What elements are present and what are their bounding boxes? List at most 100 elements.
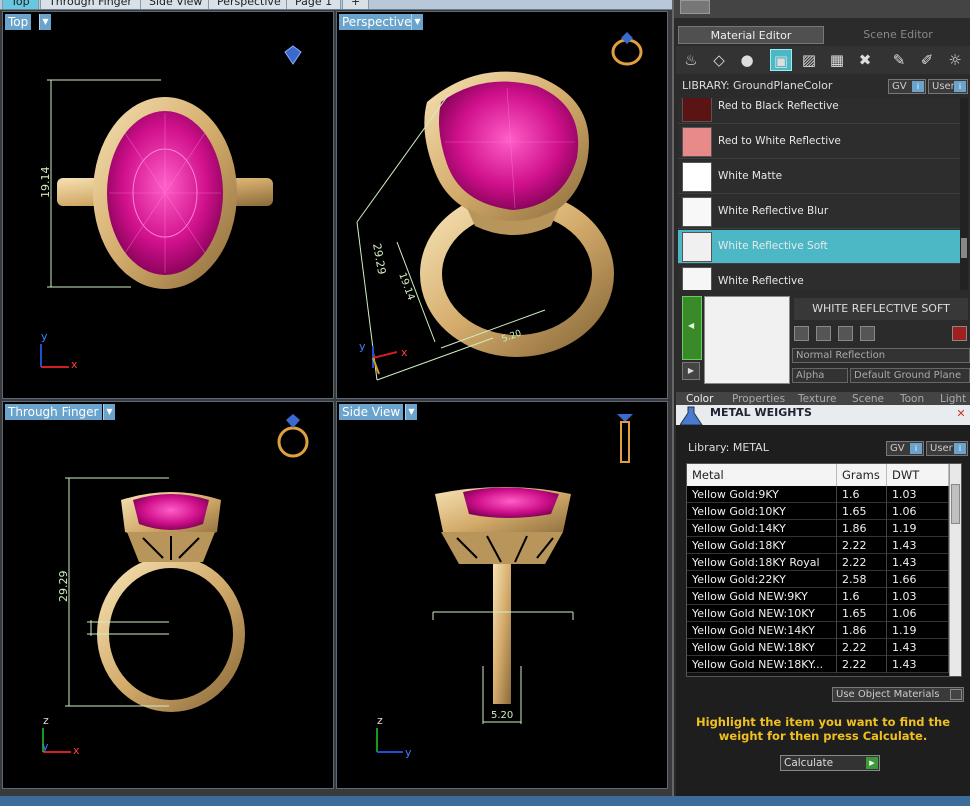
- gv-toggle[interactable]: GV i: [888, 79, 926, 94]
- paint-icon[interactable]: ✎: [888, 49, 910, 71]
- material-list-scrollbar[interactable]: [960, 98, 968, 290]
- table-row[interactable]: Yellow Gold:14KY 1.86 1.19: [687, 520, 949, 537]
- list-item[interactable]: White Reflective: [678, 265, 960, 290]
- calculate-button[interactable]: Calculate ▶: [780, 755, 880, 771]
- tab-material-editor[interactable]: Material Editor: [678, 26, 824, 44]
- tab-light[interactable]: Light: [940, 393, 966, 405]
- table-cell: 1.65: [837, 605, 887, 622]
- table-cell: 1.66: [887, 571, 949, 588]
- material-toolbar: ♨ ◇ ● ▣ ▨ ▦ ✖ ✎ ✐ ☼: [676, 46, 970, 74]
- sphere-icon[interactable]: ●: [736, 49, 758, 71]
- table-cell: 1.43: [887, 639, 949, 656]
- checker-icon[interactable]: ✖: [854, 49, 876, 71]
- tab-properties[interactable]: Properties: [732, 393, 785, 405]
- table-cell: Yellow Gold:14KY: [687, 520, 837, 537]
- dimension-label: 5.20: [491, 710, 513, 721]
- table-cell: Yellow Gold:18KY Royal: [687, 554, 837, 571]
- list-item[interactable]: Red to White Reflective: [678, 125, 960, 159]
- tab-toon[interactable]: Toon: [900, 393, 924, 405]
- editor-tabs: Material Editor Scene Editor: [676, 26, 970, 44]
- flame-icon[interactable]: ♨: [680, 49, 702, 71]
- dimension-label: 29.29: [57, 571, 70, 603]
- tab-top[interactable]: Top: [2, 0, 39, 9]
- column-header[interactable]: Metal: [687, 464, 837, 486]
- material-swatch: [682, 98, 712, 122]
- material-swatch: [682, 197, 712, 227]
- list-item[interactable]: White Reflective Blur: [678, 195, 960, 229]
- table-row[interactable]: Yellow Gold NEW:10KY 1.65 1.06: [687, 605, 949, 622]
- reflection-dropdown[interactable]: Normal Reflection: [792, 348, 970, 363]
- tab-page-1[interactable]: Page 1: [286, 0, 342, 9]
- light-bulb-icon[interactable]: ☼: [944, 49, 966, 71]
- material-swatch: [682, 232, 712, 262]
- table-row[interactable]: Yellow Gold NEW:9KY 1.6 1.03: [687, 588, 949, 605]
- export-icon[interactable]: [838, 326, 853, 341]
- table-row[interactable]: Yellow Gold:9KY 1.6 1.03: [687, 486, 949, 503]
- gem-view-icon: [284, 45, 302, 65]
- axis-x-label: x: [401, 346, 408, 359]
- tab-side-view[interactable]: Side View: [140, 0, 212, 9]
- metal-library-label: Library: METAL: [688, 441, 769, 454]
- metal-table: Metal Grams DWT Yellow Gold:9KY 1.6 1.03 Ye…: [686, 463, 962, 677]
- axis-y-label: y: [359, 340, 366, 353]
- viewport-top[interactable]: Top ▼ 19.14 y x: [2, 11, 334, 399]
- axis-x-label: x: [73, 744, 80, 757]
- texture-icon[interactable]: ▨: [798, 49, 820, 71]
- tab-perspective[interactable]: Perspective: [208, 0, 290, 9]
- list-item-selected[interactable]: White Reflective Soft: [678, 230, 960, 264]
- view-tabs: Top Through Finger Side View Perspective…: [0, 0, 672, 10]
- material-name: Red to White Reflective: [718, 135, 841, 147]
- metal-table-scrollbar[interactable]: [949, 464, 961, 676]
- ground-plane-icon[interactable]: ▣: [770, 49, 792, 71]
- table-row[interactable]: Yellow Gold:18KY Royal 2.22 1.43: [687, 554, 949, 571]
- copy-icon[interactable]: [816, 326, 831, 341]
- right-panel: Material Editor Scene Editor ♨ ◇ ● ▣ ▨ ▦…: [672, 0, 970, 806]
- ground-plane-dropdown[interactable]: Default Ground Plane: [850, 368, 970, 383]
- table-row[interactable]: Yellow Gold NEW:18KY... 2.22 1.43: [687, 656, 949, 673]
- pattern-icon[interactable]: ▦: [826, 49, 848, 71]
- table-cell: 1.65: [837, 503, 887, 520]
- column-header[interactable]: DWT: [887, 464, 949, 486]
- user-toggle[interactable]: User i: [926, 441, 968, 456]
- brush-icon[interactable]: ✐: [916, 49, 938, 71]
- tab-through-finger[interactable]: Through Finger: [40, 0, 141, 9]
- material-preview: [704, 296, 790, 384]
- material-name: White Reflective Soft: [718, 240, 828, 252]
- tab-scene[interactable]: Scene: [852, 393, 884, 405]
- list-item[interactable]: White Matte: [678, 160, 960, 194]
- gem-icon[interactable]: ◇: [708, 49, 730, 71]
- viewport-side-view[interactable]: Side View ▼ 5.20 z y: [336, 401, 668, 789]
- material-preview-area: ◀ ▶ WHITE REFLECTIVE SOFT Normal Reflect…: [676, 296, 970, 386]
- use-object-materials-checkbox[interactable]: Use Object Materials: [832, 687, 964, 702]
- collapse-tab[interactable]: ◀: [682, 296, 702, 360]
- ring-view-icon: [611, 32, 643, 66]
- table-cell: 2.22: [837, 554, 887, 571]
- play-arrow-icon[interactable]: ▶: [682, 362, 700, 380]
- viewport-through-finger[interactable]: Through Finger ▼ 29.29 z y x: [2, 401, 334, 789]
- alpha-dropdown[interactable]: Alpha: [792, 368, 848, 383]
- user-toggle[interactable]: User i: [928, 79, 968, 94]
- table-cell: Yellow Gold NEW:10KY: [687, 605, 837, 622]
- table-row[interactable]: Yellow Gold:18KY 2.22 1.43: [687, 537, 949, 554]
- table-row[interactable]: Yellow Gold NEW:14KY 1.86 1.19: [687, 622, 949, 639]
- viewport-perspective[interactable]: Perspective ▼ 29.29 19.14 5.20 y x: [336, 11, 668, 399]
- table-row[interactable]: Yellow Gold:22KY 2.58 1.66: [687, 571, 949, 588]
- list-item[interactable]: Red to Black Reflective: [678, 98, 960, 124]
- table-cell: 1.43: [887, 537, 949, 554]
- table-row[interactable]: Yellow Gold:10KY 1.65 1.06: [687, 503, 949, 520]
- table-cell: 1.19: [887, 622, 949, 639]
- table-row[interactable]: Yellow Gold NEW:18KY 2.22 1.43: [687, 639, 949, 656]
- column-header[interactable]: Grams: [837, 464, 887, 486]
- flask-icon: [680, 406, 703, 426]
- metal-weights-title: METAL WEIGHTS: [710, 406, 812, 419]
- tab-add-page[interactable]: +: [342, 0, 370, 9]
- object-header: [674, 0, 970, 18]
- close-icon[interactable]: ✕: [954, 407, 968, 421]
- import-icon[interactable]: [860, 326, 875, 341]
- tab-scene-editor[interactable]: Scene Editor: [826, 26, 970, 44]
- save-icon[interactable]: [794, 326, 809, 341]
- tab-texture[interactable]: Texture: [798, 393, 836, 405]
- table-cell: Yellow Gold:10KY: [687, 503, 837, 520]
- gv-toggle[interactable]: GV i: [886, 441, 924, 456]
- refresh-icon[interactable]: [952, 326, 967, 341]
